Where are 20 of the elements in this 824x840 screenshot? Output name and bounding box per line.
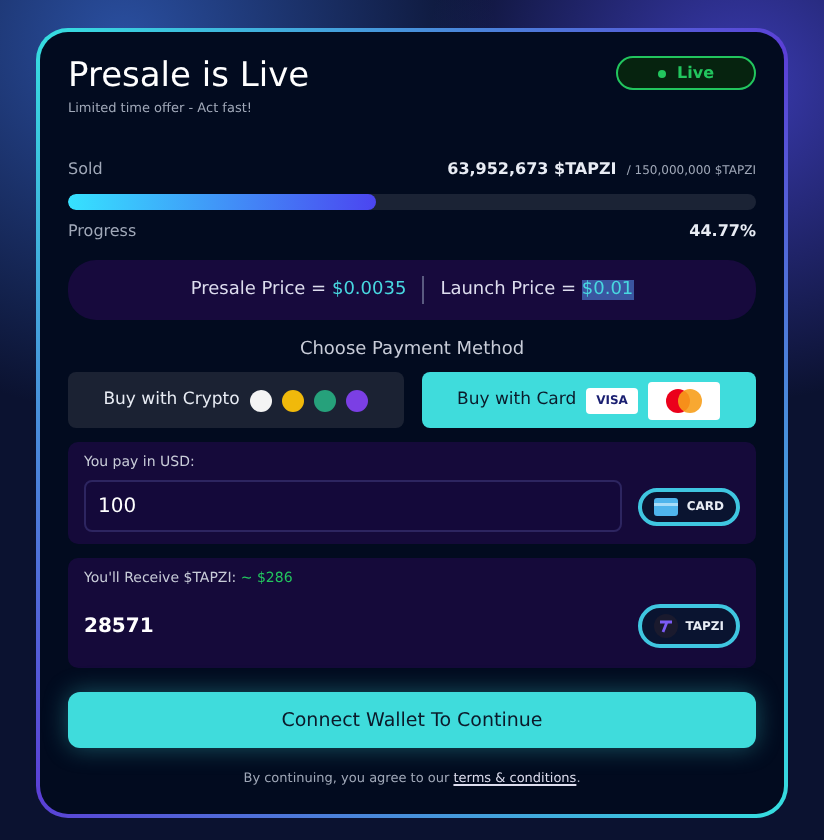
title: Presale is Live (68, 56, 310, 96)
card-logo-icon (647, 381, 720, 419)
coin-icon (313, 389, 336, 411)
receive-amount: 28571 (84, 615, 156, 637)
connect-wallet-button[interactable]: Connect Wallet To Continue (68, 692, 756, 748)
card-icon (654, 497, 679, 515)
progress-label: Progress (68, 222, 137, 240)
token-icon (653, 614, 678, 638)
price-text: Launch Price = $0.01 (440, 280, 634, 300)
coin-icon (345, 389, 368, 411)
sold-label: Sold (68, 160, 103, 178)
price-text: Presale Price = $0.0035 (190, 280, 407, 300)
amount-field[interactable]: 100 (84, 480, 623, 532)
coin-icon (281, 389, 304, 411)
payment-tab[interactable]: Buy with Crypto (68, 372, 403, 428)
progress-percent: 44.77% (689, 222, 756, 240)
sold-amount: 63,952,673 $TAPZI (447, 160, 617, 178)
coin-icon (249, 389, 272, 411)
live-badge: Live (615, 56, 756, 90)
payment-heading: Choose Payment Method (297, 340, 527, 360)
